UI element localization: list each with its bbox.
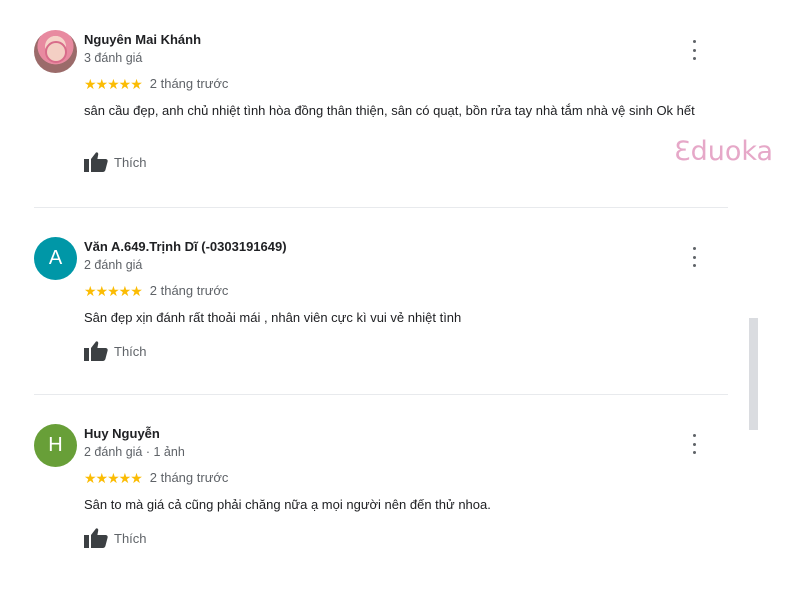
avatar-letter: A [48,247,63,269]
rating-row: ★★★★★ 2 tháng trước [84,470,228,485]
more-options-icon[interactable] [688,247,700,267]
divider [34,207,728,208]
like-label: Thích [114,343,147,359]
avatar[interactable]: H [34,424,77,467]
avatar[interactable] [34,30,77,73]
like-label: Thích [114,530,147,546]
avatar-letter: H [48,434,63,456]
reviewer-meta: 2 đánh giá [84,258,143,272]
rating-row: ★★★★★ 2 tháng trước [84,283,228,298]
rating-row: ★★★★★ 2 tháng trước [84,76,228,91]
star-rating: ★★★★★ [84,469,143,486]
divider [34,394,728,395]
star-rating: ★★★★★ [84,75,143,92]
review-item: Nguyên Mai Khánh 3 đánh giá ★★★★★ 2 thán… [34,30,728,208]
reviewer-name[interactable]: Huy Nguyễn [84,426,160,441]
thumbs-up-icon [84,341,108,361]
review-date: 2 tháng trước [149,470,229,485]
reviewer-meta: 2 đánh giá · 1 ảnh [84,445,185,459]
scrollbar-thumb[interactable] [749,318,758,430]
review-item: H Huy Nguyễn 2 đánh giá · 1 ảnh ★★★★★ 2 … [34,424,728,574]
avatar[interactable]: A [34,237,77,280]
like-button[interactable]: Thích [84,152,147,172]
thumbs-up-icon [84,152,108,172]
like-button[interactable]: Thích [84,341,147,361]
like-button[interactable]: Thích [84,528,147,548]
review-item: A Văn A.649.Trịnh Dĩ (-0303191649) 2 đán… [34,237,728,395]
reviewer-name[interactable]: Nguyên Mai Khánh [84,32,201,47]
reviewer-meta: 3 đánh giá [84,51,143,65]
like-label: Thích [114,154,147,170]
avatar-photo [44,40,67,63]
eduoka-watermark-logo: Ɛduoka [674,136,774,167]
review-text: Sân to mà giá cả cũng phải chăng nữa ạ m… [84,497,491,512]
more-options-icon[interactable] [688,434,700,454]
review-text: Sân đẹp xịn đánh rất thoải mái , nhân vi… [84,310,462,325]
star-rating: ★★★★★ [84,282,143,299]
thumbs-up-icon [84,528,108,548]
reviewer-name[interactable]: Văn A.649.Trịnh Dĩ (-0303191649) [84,239,287,254]
more-options-icon[interactable] [688,40,700,60]
reviews-panel: Nguyên Mai Khánh 3 đánh giá ★★★★★ 2 thán… [0,0,800,600]
review-date: 2 tháng trước [149,76,229,91]
review-text: sân cầu đẹp, anh chủ nhiệt tình hòa đồng… [84,103,695,118]
review-date: 2 tháng trước [149,283,229,298]
